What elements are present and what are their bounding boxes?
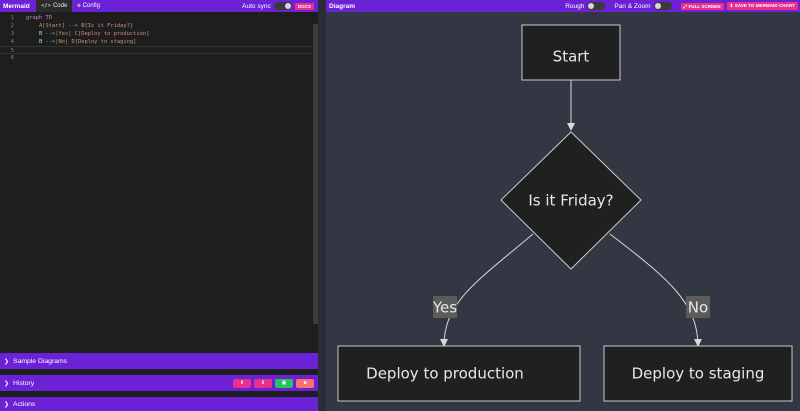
code-token: B{Is it Friday?}	[77, 23, 134, 29]
code-token: B	[26, 31, 46, 37]
tab-code-label: Code	[52, 3, 68, 9]
code-line[interactable]: 4 B -->|No| D[Deploy to staging]	[0, 38, 312, 46]
rough-toggle[interactable]	[587, 2, 606, 10]
editor-toolbar: Mermaid </> Code ⚙ Config Auto sync DOCS	[0, 0, 318, 12]
code-text: A[Start] --> B{Is it Friday?}	[26, 22, 133, 30]
actions-label: Actions	[13, 400, 36, 408]
upload-icon: ⬆	[239, 380, 245, 386]
start-node-label: Start	[553, 48, 590, 66]
upload-button[interactable]: ⬆	[233, 378, 251, 388]
diagram-panel: Diagram Rough Pan & Zoom ⤢ FULL SCREEN ⬇…	[326, 0, 800, 411]
history-section[interactable]: ❯ History ⬆ ⬇ ▣ ■	[0, 375, 318, 391]
code-token: graph TD	[26, 15, 52, 21]
yes-label: Yes	[432, 299, 457, 317]
history-actions: ⬆ ⬇ ▣ ■	[233, 378, 318, 388]
download-icon: ⬇	[260, 380, 266, 386]
chevron-right-icon: ❯	[4, 358, 10, 365]
code-line[interactable]: 3 B -->|Yes| C[Deploy to production]	[0, 30, 312, 38]
auto-sync-label: Auto sync	[242, 2, 271, 10]
actions-section[interactable]: ❯ Actions	[0, 397, 318, 411]
code-text: graph TD	[26, 14, 52, 22]
code-token: B	[26, 39, 46, 45]
diagram-title: Diagram	[329, 2, 356, 10]
sample-diagrams-label: Sample Diagrams	[13, 357, 68, 365]
code-line[interactable]: 5	[0, 46, 312, 54]
tab-config[interactable]: ⚙ Config	[72, 0, 105, 12]
tab-config-label: Config	[82, 3, 100, 9]
decision-node-label: Is it Friday?	[528, 192, 613, 210]
code-token: |Yes| C[Deploy to production]	[55, 31, 150, 37]
auto-sync-control: Auto sync DOCS	[242, 2, 318, 10]
pan-zoom-toggle[interactable]	[653, 2, 672, 10]
code-editor[interactable]: 1 graph TD 2 A[Start] --> B{Is it Friday?}…	[0, 12, 318, 353]
docs-button[interactable]: DOCS	[294, 2, 314, 10]
editor-panel: Mermaid </> Code ⚙ Config Auto sync DOCS…	[0, 0, 318, 411]
sample-diagrams-section[interactable]: ❯ Sample Diagrams	[0, 353, 318, 369]
chevron-right-icon: ❯	[4, 380, 10, 387]
trash-icon: ■	[303, 380, 307, 386]
tab-code[interactable]: </> Code	[36, 0, 73, 12]
save-button[interactable]: ▣	[275, 378, 293, 388]
panel-divider[interactable]	[318, 0, 326, 411]
auto-sync-toggle[interactable]	[273, 2, 292, 10]
code-token: A[Start]	[26, 23, 69, 29]
no-label: No	[688, 299, 708, 317]
edge-yes	[440, 233, 534, 347]
line-number: 2	[10, 23, 14, 29]
line-number: 6	[10, 55, 14, 61]
code-token: |No| D[Deploy to staging]	[55, 39, 137, 45]
code-line[interactable]: 2 A[Start] --> B{Is it Friday?}	[0, 22, 312, 30]
edge-no	[609, 233, 702, 347]
config-icon: ⚙	[77, 3, 81, 9]
production-node-label: Deploy to production	[366, 365, 524, 383]
app-brand: Mermaid	[3, 2, 30, 10]
chevron-right-icon: ❯	[4, 401, 10, 408]
download-button[interactable]: ⬇	[254, 378, 272, 388]
save-icon: ▣	[281, 380, 287, 386]
staging-node-label: Deploy to staging	[632, 365, 765, 383]
trash-button[interactable]: ■	[296, 378, 314, 388]
diagram-toolbar: Diagram Rough Pan & Zoom ⤢ FULL SCREEN ⬇…	[326, 0, 800, 12]
code-token: -->	[68, 23, 78, 29]
save-to-mermaid-chart-button[interactable]: ⬇ SAVE TO MERMAID CHART	[726, 2, 798, 10]
code-text: B -->|No| D[Deploy to staging]	[26, 38, 136, 46]
line-number: 4	[10, 39, 14, 45]
code-token: -->	[45, 39, 56, 45]
history-label: History	[13, 379, 35, 387]
code-line[interactable]: 1 graph TD	[0, 14, 312, 22]
code-text: B -->|Yes| C[Deploy to production]	[26, 30, 149, 38]
rough-label: Rough	[565, 2, 585, 10]
code-line[interactable]: 6	[0, 54, 312, 62]
flowchart-diagram[interactable]: Start Is it Friday? Deploy to production…	[326, 12, 800, 411]
pan-zoom-label: Pan & Zoom	[614, 2, 651, 10]
save-label: SAVE TO MERMAID CHART	[734, 3, 795, 8]
line-number: 3	[10, 31, 14, 37]
full-screen-label: FULL SCREEN	[688, 3, 721, 9]
full-screen-button[interactable]: ⤢ FULL SCREEN	[680, 2, 724, 10]
code-icon: </>	[41, 3, 51, 9]
code-token: -->	[45, 31, 56, 37]
line-number: 1	[10, 15, 14, 21]
